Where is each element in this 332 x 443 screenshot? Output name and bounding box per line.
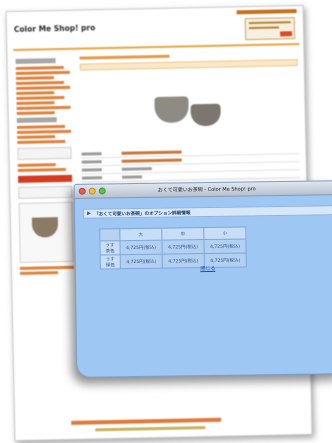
sidebar-banner[interactable] xyxy=(17,174,73,183)
bullet-icon: ▶ xyxy=(87,210,91,217)
row-header: うす茶色 xyxy=(99,240,121,256)
product-image xyxy=(144,77,235,139)
option-heading-bar: ▶ 「おくて可愛いお茶碗」のオプション詳細情報 xyxy=(83,205,332,219)
sidebar-search-box[interactable] xyxy=(17,146,72,160)
column-header: 中 xyxy=(161,227,204,241)
sidebar-link[interactable] xyxy=(19,271,59,275)
option-detail-window: おくて可愛いお茶碗 - Color Me Shop! pro ▶ 「おくて可愛い… xyxy=(73,180,332,378)
option-table: 大 中 小 うす茶色 4,725円(税込) 4,725円(税込) 4,725円(… xyxy=(99,226,247,270)
header-top-links[interactable] xyxy=(236,9,297,15)
sidebar-link[interactable] xyxy=(17,167,66,172)
breadcrumb[interactable] xyxy=(79,54,170,60)
search-button[interactable] xyxy=(280,31,293,37)
price-cell: 4,725円(税込) xyxy=(203,238,247,254)
window-titlebar[interactable]: おくて可愛いお茶碗 - Color Me Shop! pro xyxy=(74,181,332,199)
sidebar-link[interactable] xyxy=(16,85,71,90)
sidebar-link[interactable] xyxy=(17,163,56,167)
sidebar-link[interactable] xyxy=(15,76,54,80)
sidebar-link[interactable] xyxy=(16,80,65,85)
store-search-box[interactable] xyxy=(244,17,296,41)
store-sidebar xyxy=(13,55,79,426)
sidebar-link[interactable] xyxy=(17,139,66,144)
price-cell: 4,725円(税込) xyxy=(119,240,163,255)
column-header: 大 xyxy=(119,228,162,241)
price-cell: 4,725円(税込) xyxy=(161,239,205,255)
screenshot-stage: Color Me Shop! pro おくて可愛いお茶碗 - Color Me … xyxy=(0,0,332,443)
sidebar-link[interactable] xyxy=(17,135,56,139)
store-logo[interactable]: Color Me Shop! pro xyxy=(14,23,96,34)
sidebar-cart-box[interactable] xyxy=(18,185,73,199)
sidebar-link[interactable] xyxy=(15,70,70,75)
sidebar-link[interactable] xyxy=(16,91,55,95)
sidebar-link[interactable] xyxy=(19,265,74,270)
sidebar-link[interactable] xyxy=(16,101,55,105)
sidebar-link[interactable] xyxy=(16,111,55,115)
sidebar-heading xyxy=(15,58,56,64)
option-heading: 「おくて可愛いお茶碗」のオプション詳細情報 xyxy=(94,210,191,218)
product-title-bar xyxy=(79,59,298,71)
sidebar-link[interactable] xyxy=(16,124,65,129)
sidebar-link[interactable] xyxy=(17,129,72,134)
column-header: 小 xyxy=(203,226,246,240)
sidebar-heading xyxy=(16,117,57,123)
store-header: Color Me Shop! pro xyxy=(7,6,304,48)
sidebar-link[interactable] xyxy=(16,105,71,110)
sidebar-product-thumbnail[interactable] xyxy=(18,201,74,263)
sidebar-link[interactable] xyxy=(16,95,65,100)
window-title: おくて可愛いお茶碗 - Color Me Shop! pro xyxy=(157,186,256,194)
sidebar-link[interactable] xyxy=(15,65,64,70)
table-corner xyxy=(99,228,120,242)
